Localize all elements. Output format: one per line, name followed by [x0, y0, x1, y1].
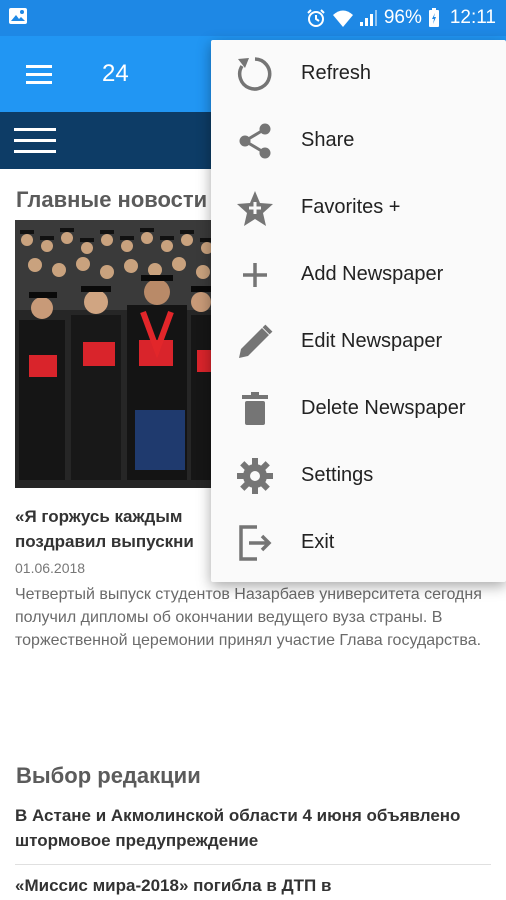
menu-item-share[interactable]: Share: [211, 107, 506, 174]
menu-item-label: Share: [301, 129, 355, 151]
menu-item-favorites[interactable]: Favorites +: [211, 174, 506, 241]
menu-item-settings[interactable]: Settings: [211, 442, 506, 509]
top-news-title: Главные новости: [16, 187, 208, 212]
editors-choice-title: Выбор редакции: [16, 763, 201, 788]
overflow-menu: Refresh Share Favorites + Add Newspaper …: [211, 40, 506, 582]
menu-icon[interactable]: [26, 63, 52, 85]
alarm-icon: [306, 8, 326, 28]
status-indicators: 96% 12:11: [306, 0, 496, 36]
menu-item-label: Settings: [301, 464, 374, 486]
menu-item-add-newspaper[interactable]: Add Newspaper: [211, 241, 506, 308]
refresh-icon: [235, 54, 275, 94]
menu-item-refresh[interactable]: Refresh: [211, 40, 506, 107]
menu-item-delete-newspaper[interactable]: Delete Newspaper: [211, 375, 506, 442]
category-menu-icon[interactable]: [14, 128, 56, 154]
menu-item-label: Favorites +: [301, 196, 401, 218]
news-summary[interactable]: Четвертый выпуск студентов Назарбаев уни…: [15, 583, 495, 652]
editors-choice-item[interactable]: «Миссис мира-2018» погибла в ДТП в: [15, 873, 495, 898]
divider: [15, 864, 491, 865]
menu-item-label: Exit: [301, 531, 335, 553]
menu-item-exit[interactable]: Exit: [211, 509, 506, 576]
share-icon: [235, 121, 275, 161]
status-time: 12:11: [449, 7, 496, 28]
wifi-icon: [332, 8, 353, 28]
menu-item-edit-newspaper[interactable]: Edit Newspaper: [211, 308, 506, 375]
headline-line-1: «Я горжусь каждым: [15, 507, 183, 526]
editors-choice-item[interactable]: В Астане и Акмолинской области 4 июня об…: [15, 803, 495, 853]
image-icon: [8, 7, 28, 25]
plus-icon: [235, 255, 275, 295]
news-date: 01.06.2018: [15, 560, 86, 576]
app-title: 24: [102, 60, 129, 87]
trash-icon: [235, 389, 275, 429]
menu-item-label: Refresh: [301, 62, 372, 84]
battery-percent: 96%: [383, 7, 422, 28]
signal-icon: [358, 8, 378, 28]
headline-line-2: поздравил выпускни: [15, 532, 194, 551]
star-icon: [235, 188, 275, 228]
status-bar: 96% 12:11: [0, 0, 506, 36]
battery-icon: [428, 8, 440, 28]
menu-item-label: Add Newspaper: [301, 263, 444, 285]
news-headline[interactable]: «Я горжусь каждым поздравил выпускни: [15, 504, 194, 554]
menu-item-label: Delete Newspaper: [301, 397, 466, 419]
gear-icon: [235, 456, 275, 496]
pencil-icon: [235, 322, 275, 362]
menu-item-label: Edit Newspaper: [301, 330, 443, 352]
exit-icon: [235, 523, 275, 563]
